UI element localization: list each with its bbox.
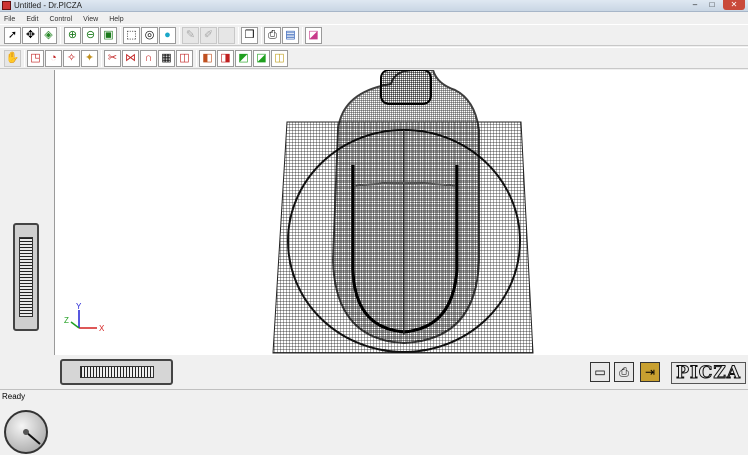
select-magic-button[interactable]: ✧	[63, 50, 80, 67]
close-button[interactable]: ✕	[723, 0, 745, 10]
edit-toolbar: ✋ ◳ ◔ ✧ ✦ ✂ ⋈ ∩ ▦ ◫ ◧ ◨ ◩ ◪ ◫	[0, 47, 748, 69]
zoom-fit-button[interactable]: ▣	[100, 27, 117, 44]
select-lasso-button[interactable]: ◔	[45, 50, 62, 67]
arch-icon: ∩	[144, 52, 153, 64]
print-preview-icon: ⎙	[268, 29, 277, 41]
rotate-button[interactable]: ◈	[40, 27, 57, 44]
chart-icon: ▤	[285, 29, 296, 41]
arch-button[interactable]: ∩	[140, 50, 157, 67]
cube-green2-icon: ◪	[256, 52, 267, 64]
horizontal-slider[interactable]	[60, 359, 173, 385]
zoom-out-icon: ⊖	[85, 29, 96, 41]
cube-red-icon: ◨	[220, 52, 231, 64]
shaded-box-icon: ◎	[144, 29, 155, 41]
cube-yellow-icon: ◫	[274, 52, 285, 64]
hand-icon: ✋	[5, 52, 20, 64]
dial-indicator-icon	[23, 429, 41, 445]
printer-icon: ⎙	[619, 364, 629, 379]
paint-icon: ✎	[185, 29, 196, 41]
cube-green2-button[interactable]: ◪	[253, 50, 270, 67]
rotate-object-icon: ◈	[44, 29, 53, 41]
move-button[interactable]: ✥	[22, 27, 39, 44]
3d-viewport[interactable]: X Y Z	[54, 70, 748, 355]
select-region-icon: ◳	[30, 52, 41, 64]
status-bar: Ready	[0, 389, 748, 401]
cube-green-icon: ◩	[238, 52, 249, 64]
z-axis-label: Z	[64, 316, 69, 325]
hand-button[interactable]: ✋	[4, 50, 21, 67]
mirror-icon: ⋈	[125, 52, 136, 64]
chart-button[interactable]: ▤	[282, 27, 299, 44]
select-lasso-icon: ◔	[50, 52, 57, 64]
vertical-zoom-slider[interactable]	[13, 223, 39, 331]
eraser-icon: ◪	[308, 29, 319, 41]
cube-view-icon: ❒	[244, 29, 255, 41]
frame-icon: ◫	[179, 52, 190, 64]
logo-text: PICZA	[676, 363, 741, 384]
eraser-button[interactable]: ◪	[305, 27, 322, 44]
exit-door-icon: ⇥	[644, 365, 656, 379]
zoom-fit-icon: ▣	[103, 29, 114, 41]
window-title: Untitled - Dr.PICZA	[14, 1, 83, 10]
paint-button[interactable]: ✎	[182, 27, 199, 44]
print-button[interactable]: ⎙	[614, 362, 634, 382]
select-all-icon: ✦	[84, 52, 95, 64]
menu-bar: File Edit Control View Help	[0, 12, 748, 23]
scan-icon: ▭	[594, 365, 606, 379]
bottom-control-bar: ▭ ⎙ ⇥ PICZA	[54, 355, 748, 388]
title-bar: Untitled - Dr.PICZA – □ ✕	[0, 0, 748, 12]
z-axis-line	[70, 321, 80, 329]
y-axis-label: Y	[76, 302, 82, 311]
cut-icon: ✂	[107, 52, 118, 64]
select-all-button[interactable]: ✦	[81, 50, 98, 67]
picza-logo: PICZA	[671, 362, 746, 384]
scan-button[interactable]: ▭	[590, 362, 610, 382]
sphere-icon: ●	[164, 29, 171, 41]
cut-button[interactable]: ✂	[104, 50, 121, 67]
grid-icon: ▦	[161, 52, 172, 64]
brush-icon: ✐	[203, 29, 214, 41]
frame-button[interactable]: ◫	[176, 50, 193, 67]
cube-view-button[interactable]: ❒	[241, 27, 258, 44]
cube-yellow-button[interactable]: ◫	[271, 50, 288, 67]
wireframe-box-icon: ⬚	[126, 29, 137, 41]
blank-button[interactable]	[218, 27, 235, 44]
axis-indicator: X Y Z	[64, 302, 105, 333]
cube-front-icon: ◧	[202, 52, 213, 64]
shaded-view-button[interactable]: ◎	[141, 27, 158, 44]
mesh-model-render	[272, 70, 534, 354]
mirror-button[interactable]: ⋈	[122, 50, 139, 67]
print-preview-button[interactable]: ⎙	[264, 27, 281, 44]
cube-green-button[interactable]: ◩	[235, 50, 252, 67]
select-arrow-button[interactable]: ➚	[4, 27, 21, 44]
brush-button[interactable]: ✐	[200, 27, 217, 44]
select-region-button[interactable]: ◳	[27, 50, 44, 67]
app-icon	[2, 1, 11, 10]
wireframe-view-button[interactable]: ⬚	[123, 27, 140, 44]
sphere-view-button[interactable]: ●	[159, 27, 176, 44]
grid-button[interactable]: ▦	[158, 50, 175, 67]
horizontal-slider-knob[interactable]	[80, 366, 154, 378]
move-cross-icon: ✥	[25, 29, 36, 41]
select-magic-icon: ✧	[66, 52, 77, 64]
rotation-dial[interactable]	[4, 410, 48, 454]
zoom-in-icon: ⊕	[67, 29, 78, 41]
select-arrow-icon: ➚	[7, 29, 18, 41]
zoom-out-button[interactable]: ⊖	[82, 27, 99, 44]
minimize-button[interactable]: –	[687, 0, 703, 10]
x-axis-label: X	[99, 324, 105, 333]
main-toolbar: ➚ ✥ ◈ ⊕ ⊖ ▣ ⬚ ◎ ● ✎ ✐ ❒ ⎙ ▤ ◪	[0, 24, 748, 46]
cube-red-button[interactable]: ◨	[217, 50, 234, 67]
cube-front-button[interactable]: ◧	[199, 50, 216, 67]
maximize-button[interactable]: □	[704, 0, 720, 10]
exit-button[interactable]: ⇥	[640, 362, 660, 382]
zoom-in-button[interactable]: ⊕	[64, 27, 81, 44]
left-control-panel	[0, 70, 53, 454]
vertical-slider-knob[interactable]	[19, 237, 33, 317]
